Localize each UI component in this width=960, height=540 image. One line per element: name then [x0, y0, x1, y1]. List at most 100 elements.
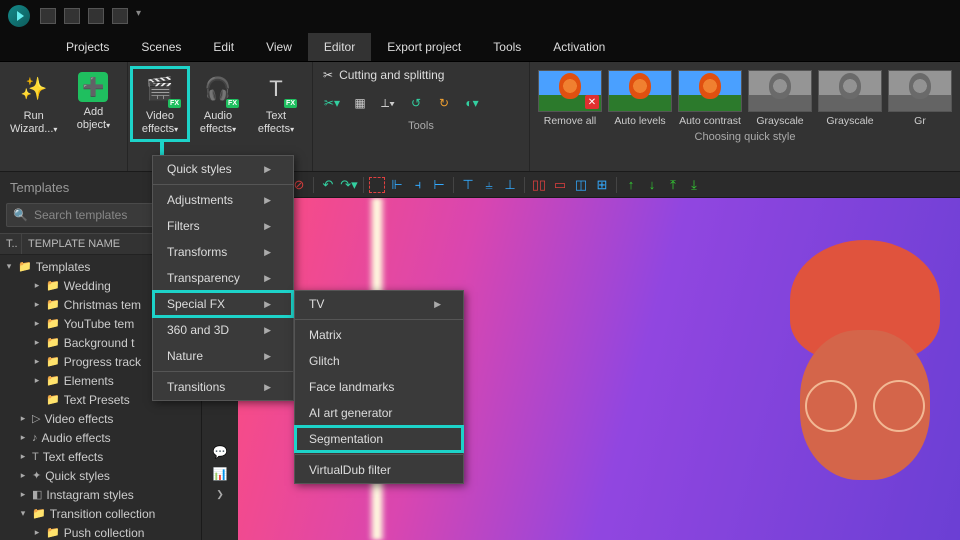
expand-icon[interactable]: ▸ — [18, 451, 28, 462]
redo-icon[interactable]: ↷▾ — [340, 176, 358, 194]
menu-item-face-landmarks[interactable]: Face landmarks — [295, 374, 463, 400]
qat-icon[interactable] — [64, 8, 80, 24]
align-icon[interactable]: ⊥ — [501, 176, 519, 194]
select-icon[interactable] — [369, 177, 385, 193]
titlebar: ▾ — [0, 0, 960, 32]
video-effects-button[interactable]: 🎬Videoeffects▾ — [132, 68, 188, 140]
qat-icon[interactable] — [88, 8, 104, 24]
expand-icon[interactable]: ▸ — [32, 337, 42, 348]
align-icon[interactable]: ⊢ — [430, 176, 448, 194]
expand-icon[interactable]: ▾ — [4, 261, 14, 272]
menu-projects[interactable]: Projects — [50, 33, 125, 61]
qat-icon[interactable] — [112, 8, 128, 24]
distribute-icon[interactable]: ▭ — [551, 176, 569, 194]
qat-icon[interactable] — [40, 8, 56, 24]
move-up-icon[interactable]: ↑ — [622, 176, 640, 194]
menu-edit[interactable]: Edit — [197, 33, 250, 61]
col-header[interactable]: TEMPLATE NAME — [22, 234, 126, 254]
expand-icon[interactable]: ▸ — [32, 280, 42, 291]
cutting-splitting-button[interactable]: ✂ Cutting and splitting — [313, 62, 529, 88]
menu-item-tv[interactable]: TV▶ — [295, 291, 463, 317]
expand-icon[interactable]: ▸ — [18, 413, 28, 424]
tree-item[interactable]: ▸✦Quick styles — [0, 466, 201, 485]
qat-overflow-icon[interactable]: ▾ — [136, 8, 141, 24]
menu-item-filters[interactable]: Filters▶ — [153, 213, 293, 239]
distribute-icon[interactable]: ◫ — [572, 176, 590, 194]
folder-icon: ◧ — [32, 488, 42, 501]
move-down-icon[interactable]: ↓ — [643, 176, 661, 194]
menu-item-transitions[interactable]: Transitions▶ — [153, 374, 293, 400]
expand-icon[interactable]: ▾ — [18, 508, 28, 519]
menu-item-segmentation[interactable]: Segmentation — [295, 426, 463, 452]
expand-icon[interactable]: ❯ — [216, 489, 224, 500]
align-icon[interactable]: ⫞ — [409, 176, 427, 194]
menu-item-adjustments[interactable]: Adjustments▶ — [153, 187, 293, 213]
rotate-right-icon[interactable]: ↻ — [435, 94, 453, 112]
menu-scenes[interactable]: Scenes — [125, 33, 197, 61]
distribute-icon[interactable]: ▯▯ — [530, 176, 548, 194]
undo-icon[interactable]: ↶ — [319, 176, 337, 194]
menu-activation[interactable]: Activation — [537, 33, 621, 61]
align-icon[interactable]: ⊩ — [388, 176, 406, 194]
run-wizard--button[interactable]: ✨RunWizard...▾ — [4, 68, 63, 140]
menu-item-360-and-3d[interactable]: 360 and 3D▶ — [153, 317, 293, 343]
tool-icon[interactable]: ▦ — [351, 94, 369, 112]
move-top-icon[interactable]: ⤒ — [664, 176, 682, 194]
expand-icon[interactable]: ▸ — [32, 375, 42, 386]
col-header[interactable]: T.. — [0, 234, 22, 254]
cut-label: Cutting and splitting — [339, 68, 444, 82]
tree-item[interactable]: ▸♪Audio effects — [0, 428, 201, 447]
menu-item-special-fx[interactable]: Special FX▶ — [153, 291, 293, 317]
expand-icon[interactable]: ▸ — [32, 318, 42, 329]
menu-item-matrix[interactable]: Matrix — [295, 322, 463, 348]
tree-item[interactable]: ▸TText effects — [0, 447, 201, 466]
tool-icon[interactable]: ◐▾ — [463, 94, 481, 112]
tree-item[interactable]: ▸📁Push collection — [0, 523, 201, 540]
quickstyle-thumb[interactable]: Gr — [888, 70, 952, 127]
menu-item-ai-art-generator[interactable]: AI art generator — [295, 400, 463, 426]
tree-item[interactable]: ▾📁Transition collection — [0, 504, 201, 523]
text-effects-button[interactable]: TTexteffects▾ — [248, 68, 304, 140]
menu-export-project[interactable]: Export project — [371, 33, 477, 61]
menu-item-label: Glitch — [309, 354, 340, 368]
menu-item-transforms[interactable]: Transforms▶ — [153, 239, 293, 265]
thumb-image — [818, 70, 882, 112]
expand-icon[interactable]: ▸ — [18, 470, 28, 481]
align-icon[interactable]: ⫨ — [480, 176, 498, 194]
submenu-arrow-icon: ▶ — [264, 221, 271, 232]
expand-icon[interactable]: ▸ — [32, 299, 42, 310]
expand-icon[interactable]: ▸ — [18, 489, 28, 500]
menu-item-label: Quick styles — [167, 162, 232, 176]
menu-item-label: Adjustments — [167, 193, 233, 207]
tree-label: Video effects — [44, 412, 113, 426]
tool-icon[interactable]: ✂▾ — [323, 94, 341, 112]
menu-item-nature[interactable]: Nature▶ — [153, 343, 293, 369]
align-icon[interactable]: ⊤ — [459, 176, 477, 194]
crop-icon[interactable]: ⟂▾ — [379, 94, 397, 112]
quickstyle-thumb[interactable]: Remove all — [538, 70, 602, 127]
comment-icon[interactable]: 💬 — [213, 445, 228, 459]
chart-icon[interactable]: 📊 — [213, 467, 228, 481]
rotate-left-icon[interactable]: ↺ — [407, 94, 425, 112]
quickstyle-thumb[interactable]: Grayscale — [818, 70, 882, 127]
menu-item-virtualdub-filter[interactable]: VirtualDub filter — [295, 457, 463, 483]
quickstyle-thumb[interactable]: Auto contrast — [678, 70, 742, 127]
expand-icon[interactable]: ▸ — [32, 527, 42, 538]
add-object-button[interactable]: ➕Addobject▾ — [65, 68, 121, 136]
tree-label: Wedding — [64, 279, 111, 293]
distribute-icon[interactable]: ⊞ — [593, 176, 611, 194]
menu-editor[interactable]: Editor — [308, 33, 371, 61]
move-bottom-icon[interactable]: ⤓ — [685, 176, 703, 194]
menu-item-transparency[interactable]: Transparency▶ — [153, 265, 293, 291]
menu-item-quick-styles[interactable]: Quick styles▶ — [153, 156, 293, 182]
menu-view[interactable]: View — [250, 33, 308, 61]
quickstyle-thumb[interactable]: Grayscale — [748, 70, 812, 127]
audio-effects-button[interactable]: 🎧Audioeffects▾ — [190, 68, 246, 140]
expand-icon[interactable]: ▸ — [32, 356, 42, 367]
quickstyle-thumb[interactable]: Auto levels — [608, 70, 672, 127]
menu-item-glitch[interactable]: Glitch — [295, 348, 463, 374]
tree-item[interactable]: ▸▷Video effects — [0, 409, 201, 428]
tree-item[interactable]: ▸◧Instagram styles — [0, 485, 201, 504]
menu-tools[interactable]: Tools — [477, 33, 537, 61]
expand-icon[interactable]: ▸ — [18, 432, 28, 443]
